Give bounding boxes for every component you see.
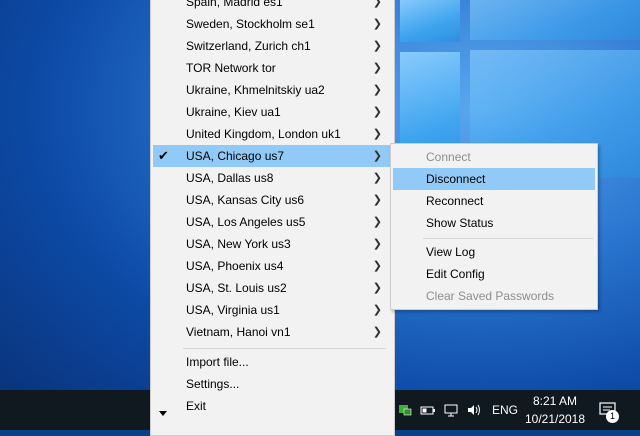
clear-saved-passwords-menu-item: Clear Saved Passwords	[393, 285, 595, 307]
menu-item-label: Ukraine, Khmelnitskiy ua2	[186, 83, 325, 97]
menu-item-server[interactable]: Switzerland, Zurich ch1 ❯	[153, 35, 392, 57]
menu-item-label: TOR Network tor	[186, 61, 276, 75]
menu-item-label: Sweden, Stockholm se1	[186, 17, 315, 31]
windows-logo-pane	[400, 0, 460, 42]
chevron-right-icon: ❯	[372, 282, 382, 294]
volume-icon[interactable]	[466, 402, 482, 418]
menu-item-label: Settings...	[186, 377, 240, 391]
input-language[interactable]: ENG	[492, 403, 518, 417]
menu-item-label: USA, Phoenix us4	[186, 259, 284, 273]
menu-item-label: USA, Dallas us8	[186, 171, 274, 185]
chevron-right-icon: ❯	[372, 106, 382, 118]
chevron-right-icon: ❯	[372, 128, 382, 140]
menu-separator	[183, 348, 386, 349]
clock-date: 10/21/2018	[524, 412, 586, 426]
menu-item-server[interactable]: USA, Kansas City us6 ❯	[153, 189, 392, 211]
menu-item-server[interactable]: Ukraine, Khmelnitskiy ua2 ❯	[153, 79, 392, 101]
chevron-right-icon: ❯	[372, 40, 382, 52]
menu-item-label: USA, New York us3	[186, 237, 291, 251]
scroll-down-arrow-icon[interactable]	[159, 411, 167, 416]
menu-item-server[interactable]: USA, Dallas us8 ❯	[153, 167, 392, 189]
chevron-right-icon: ❯	[372, 260, 382, 272]
view-log-menu-item[interactable]: View Log	[393, 241, 595, 263]
menu-item-server[interactable]: Vietnam, Hanoi vn1 ❯	[153, 321, 392, 343]
server-context-menu: Spain, Madrid es1 ❯ Sweden, Stockholm se…	[150, 0, 395, 436]
clock-time: 8:21 AM	[532, 394, 578, 408]
notification-count-badge: 1	[606, 410, 619, 423]
menu-item-label: Reconnect	[426, 194, 484, 208]
menu-item-label: Spain, Madrid es1	[186, 0, 283, 9]
openvpn-tray-icon[interactable]	[397, 402, 413, 418]
chevron-right-icon: ❯	[372, 150, 382, 162]
menu-item-label: Show Status	[426, 216, 494, 230]
menu-item-label: USA, Virginia us1	[186, 303, 280, 317]
edit-config-menu-item[interactable]: Edit Config	[393, 263, 595, 285]
menu-item-label: USA, Chicago us7	[186, 149, 285, 163]
menu-item-label: United Kingdom, London uk1	[186, 127, 341, 141]
menu-item-server-connected[interactable]: ✔ USA, Chicago us7 ❯	[153, 145, 392, 167]
chevron-right-icon: ❯	[372, 84, 382, 96]
menu-item-label: Exit	[186, 399, 207, 413]
show-status-menu-item[interactable]: Show Status	[393, 212, 595, 234]
menu-item-label: USA, Kansas City us6	[186, 193, 305, 207]
checkmark-icon: ✔	[158, 148, 169, 163]
windows-logo-pane	[470, 0, 640, 40]
exit-menu-item[interactable]: Exit	[153, 395, 392, 417]
menu-separator	[423, 238, 593, 239]
chevron-right-icon: ❯	[372, 238, 382, 250]
chevron-right-icon: ❯	[372, 172, 382, 184]
chevron-right-icon: ❯	[372, 216, 382, 228]
menu-item-label: USA, Los Angeles us5	[186, 215, 306, 229]
chevron-right-icon: ❯	[372, 194, 382, 206]
chevron-right-icon: ❯	[372, 62, 382, 74]
menu-item-label: Disconnect	[426, 172, 486, 186]
menu-item-label: Ukraine, Kiev ua1	[186, 105, 281, 119]
menu-item-label: Switzerland, Zurich ch1	[186, 39, 311, 53]
import-file-menu-item[interactable]: Import file...	[153, 351, 392, 373]
menu-item-server[interactable]: Spain, Madrid es1 ❯	[153, 0, 392, 13]
menu-item-server[interactable]: TOR Network tor ❯	[153, 57, 392, 79]
system-clock[interactable]: 8:21 AM 10/21/2018	[520, 392, 590, 428]
menu-item-label: USA, St. Louis us2	[186, 281, 287, 295]
disconnect-menu-item[interactable]: Disconnect	[393, 168, 595, 190]
menu-item-label: Vietnam, Hanoi vn1	[186, 325, 291, 339]
menu-item-server[interactable]: USA, Los Angeles us5 ❯	[153, 211, 392, 233]
menu-item-label: Connect	[426, 150, 471, 164]
connect-menu-item: Connect	[393, 146, 595, 168]
chevron-right-icon: ❯	[372, 0, 382, 8]
menu-item-server[interactable]: USA, Virginia us1 ❯	[153, 299, 392, 321]
menu-item-server[interactable]: USA, St. Louis us2 ❯	[153, 277, 392, 299]
menu-item-server[interactable]: USA, New York us3 ❯	[153, 233, 392, 255]
menu-item-server[interactable]: United Kingdom, London uk1 ❯	[153, 123, 392, 145]
battery-icon[interactable]	[420, 402, 436, 418]
menu-item-label: Clear Saved Passwords	[426, 289, 555, 303]
menu-item-server[interactable]: Ukraine, Kiev ua1 ❯	[153, 101, 392, 123]
chevron-right-icon: ❯	[372, 18, 382, 30]
menu-item-label: Import file...	[186, 355, 249, 369]
menu-item-server[interactable]: USA, Phoenix us4 ❯	[153, 255, 392, 277]
menu-item-label: Edit Config	[426, 267, 485, 281]
menu-item-server[interactable]: Sweden, Stockholm se1 ❯	[153, 13, 392, 35]
network-icon[interactable]	[443, 402, 459, 418]
settings-menu-item[interactable]: Settings...	[153, 373, 392, 395]
reconnect-menu-item[interactable]: Reconnect	[393, 190, 595, 212]
menu-item-label: View Log	[426, 245, 476, 259]
chevron-right-icon: ❯	[372, 304, 382, 316]
connection-submenu: Connect Disconnect Reconnect Show Status…	[390, 143, 598, 310]
chevron-right-icon: ❯	[372, 326, 382, 338]
